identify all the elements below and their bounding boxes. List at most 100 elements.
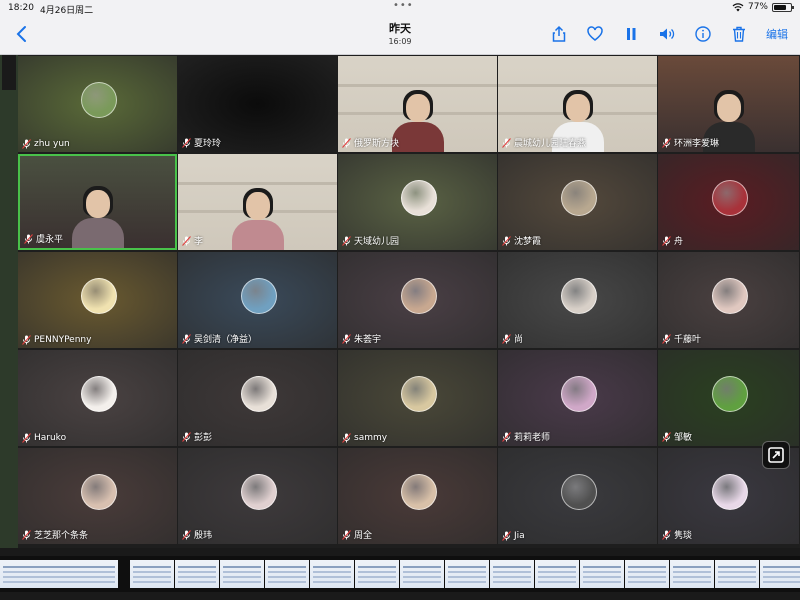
participant-name-label: 朱荟宇 (342, 332, 381, 345)
participant-name-label: PENNYPenny (22, 335, 91, 345)
participant-name: sammy (354, 433, 388, 443)
participant-tile[interactable]: 晨城幼儿园陆春燕 (498, 56, 657, 152)
participant-tile[interactable]: 俄罗斯方块 (338, 56, 497, 152)
participant-tile[interactable]: 周全 (338, 448, 497, 544)
edit-button[interactable]: 编辑 (766, 26, 788, 42)
participant-name-label: zhu yun (22, 139, 70, 149)
trash-icon[interactable] (730, 25, 748, 43)
heart-icon[interactable] (586, 25, 604, 43)
participant-name-label: 环洲李爱琳 (662, 136, 719, 149)
thumbnail-item[interactable] (265, 560, 309, 588)
thumbnail-item[interactable] (130, 560, 174, 588)
participant-tile[interactable]: 殷玮 (178, 448, 337, 544)
thumbnail-item[interactable] (310, 560, 354, 588)
thumbnail-item[interactable] (535, 560, 579, 588)
nav-actions: 编辑 (550, 25, 788, 43)
thumbnail-item[interactable] (0, 560, 118, 588)
mic-muted-icon (502, 431, 511, 442)
mic-muted-icon (662, 235, 671, 246)
thumbnail-item[interactable] (670, 560, 714, 588)
status-right: 77% (732, 2, 794, 12)
mic-muted-icon (502, 333, 511, 344)
participant-name: 尚 (514, 335, 524, 345)
participant-tile[interactable]: Jia (498, 448, 657, 544)
participant-avatar (560, 376, 597, 412)
info-icon[interactable] (694, 25, 712, 43)
pause-icon[interactable] (622, 25, 640, 43)
participant-tile[interactable]: 舟 (658, 154, 799, 250)
participant-name-label: 千藤叶 (662, 332, 701, 345)
multitask-dots-icon[interactable]: ••• (393, 0, 414, 11)
participant-name: 夏玲玲 (194, 139, 222, 149)
participant-name-label: 天域幼儿园 (342, 234, 399, 247)
thumbnail-item[interactable] (400, 560, 444, 588)
participant-tile[interactable]: 邹敏 (658, 350, 799, 446)
mic-muted-icon (662, 431, 671, 442)
speaker-icon[interactable] (658, 25, 676, 43)
mic-muted-icon (22, 139, 31, 149)
thumbnail-item[interactable] (580, 560, 624, 588)
participant-tile[interactable]: 尚 (498, 252, 657, 348)
mic-muted-icon (24, 233, 33, 244)
thumbnail-item[interactable] (760, 560, 800, 588)
participant-name-label: Haruko (22, 433, 66, 443)
thumbnail-item[interactable] (625, 560, 669, 588)
thumbnail-strip[interactable] (0, 556, 800, 592)
participant-name: 千藤叶 (674, 335, 702, 345)
participant-tile[interactable]: 沈梦霞 (498, 154, 657, 250)
participant-tile[interactable]: 天域幼儿园 (338, 154, 497, 250)
thumbnail-item[interactable] (220, 560, 264, 588)
thumbnail-item[interactable] (490, 560, 534, 588)
participant-tile[interactable]: 李 (178, 154, 337, 250)
participant-name-label: Jia (502, 531, 525, 541)
participant-tile[interactable]: 朱荟宇 (338, 252, 497, 348)
participant-name: 沈梦霞 (514, 237, 542, 247)
participant-avatar (711, 278, 748, 314)
participant-name-label: 夏玲玲 (182, 136, 221, 149)
thumbnail-item[interactable] (355, 560, 399, 588)
status-time: 18:20 (8, 3, 34, 13)
participant-avatar (560, 180, 597, 216)
mic-muted-icon (182, 333, 191, 344)
thumbnail-item[interactable] (445, 560, 489, 588)
participant-avatar (711, 474, 748, 510)
mic-muted-icon (182, 137, 191, 148)
mic-muted-icon (662, 529, 671, 540)
participant-name-label: 芝芝那个条条 (22, 528, 88, 541)
participant-video (230, 186, 286, 250)
share-icon[interactable] (550, 25, 568, 43)
participant-tile[interactable]: 莉莉老师 (498, 350, 657, 446)
participant-tile[interactable]: Haruko (18, 350, 177, 446)
participant-tile[interactable]: zhu yun (18, 56, 177, 152)
participant-tile[interactable]: 千藤叶 (658, 252, 799, 348)
participant-name: 李 (194, 237, 204, 247)
mic-muted-icon (22, 433, 31, 443)
participant-avatar (80, 82, 117, 118)
thumbnail-item[interactable] (175, 560, 219, 588)
participant-avatar (240, 474, 277, 510)
participant-tile[interactable]: 吴剑清（净益） (178, 252, 337, 348)
participant-tile[interactable]: 环洲李爱琳 (658, 56, 799, 152)
participant-name: 邹敏 (674, 433, 693, 443)
battery-percent: 77% (747, 2, 768, 12)
participant-tile[interactable]: 虞永平 (18, 154, 177, 250)
participant-tile[interactable]: sammy (338, 350, 497, 446)
participant-tile[interactable]: 夏玲玲 (178, 56, 337, 152)
participant-avatar (711, 180, 748, 216)
mic-muted-icon (502, 137, 511, 148)
participant-avatar (711, 376, 748, 412)
participant-name-label: 舟 (662, 234, 683, 247)
participant-tile[interactable]: 芝芝那个条条 (18, 448, 177, 544)
participant-name: 周全 (354, 531, 373, 541)
thumbnail-item[interactable] (715, 560, 759, 588)
mic-muted-icon (182, 529, 191, 540)
mic-muted-icon (22, 529, 31, 540)
participant-name: zhu yun (34, 139, 70, 149)
participant-name-label: 沈梦霞 (502, 234, 541, 247)
participant-name: 环洲李爱琳 (674, 139, 720, 149)
participant-name: 天域幼儿园 (354, 237, 400, 247)
screen-share-button[interactable] (762, 441, 790, 469)
participant-avatar (80, 278, 117, 314)
participant-tile[interactable]: 彭彭 (178, 350, 337, 446)
participant-tile[interactable]: PENNYPenny (18, 252, 177, 348)
